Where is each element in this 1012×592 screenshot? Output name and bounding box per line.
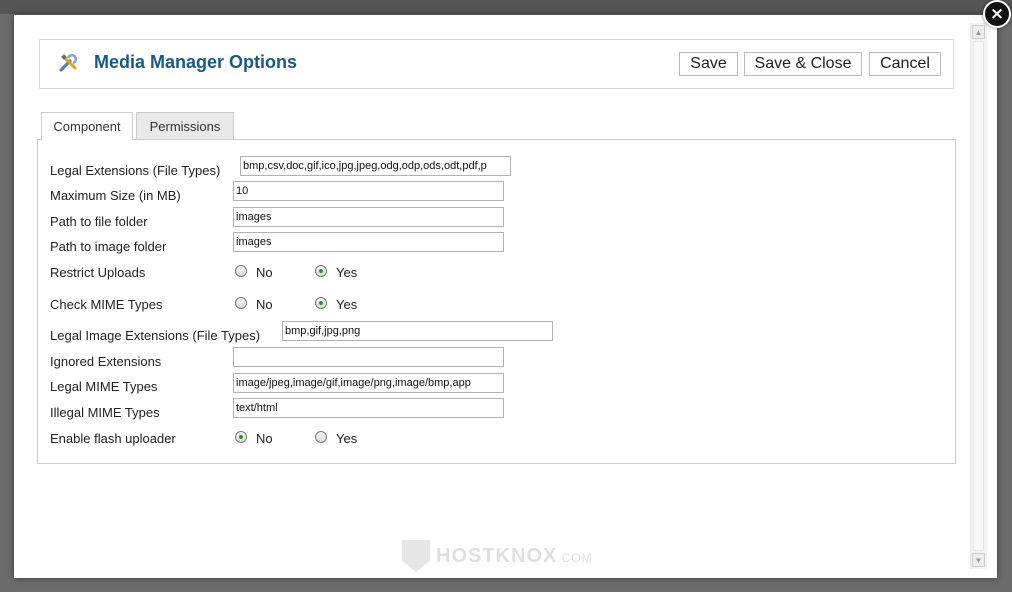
max-size-label: Maximum Size (in MB) [50, 188, 181, 203]
legal-mime-input[interactable]: image/jpeg,image/gif,image/png,image/bmp… [233, 373, 504, 393]
restrict-uploads-label: Restrict Uploads [50, 265, 146, 280]
legal-extensions-input[interactable]: bmp,csv,doc,gif,ico,jpg,jpeg,odg,odp,ods… [240, 156, 511, 176]
scroll-thumb[interactable] [973, 41, 984, 551]
check-mime-no-radio[interactable] [235, 297, 247, 309]
scroll-up-icon[interactable]: ▲ [972, 25, 985, 39]
legal-extensions-label: Legal Extensions (File Types) [50, 163, 221, 178]
save-button[interactable]: Save [679, 52, 738, 76]
cancel-button[interactable]: Cancel [869, 52, 941, 76]
flash-uploader-no-radio[interactable] [235, 431, 247, 443]
check-mime-label: Check MIME Types [50, 297, 163, 312]
flash-uploader-yes-label: Yes [336, 431, 358, 446]
restrict-uploads-no-radio[interactable] [235, 265, 247, 277]
options-modal: Media Manager Options Save Save & Close … [14, 15, 997, 578]
shield-logo-icon [402, 540, 430, 572]
file-path-input[interactable]: images [233, 207, 504, 227]
modal-header: Media Manager Options Save Save & Close … [39, 39, 954, 89]
watermark-suffix: .COM [557, 550, 593, 565]
restrict-uploads-yes-label: Yes [336, 265, 358, 280]
watermark-brand: HOSTKNOX [436, 544, 558, 567]
tools-icon [59, 53, 78, 72]
max-size-input[interactable]: 10 [233, 181, 504, 201]
file-path-label: Path to file folder [50, 214, 148, 229]
restrict-uploads-yes-radio[interactable] [315, 265, 327, 277]
scroll-down-icon[interactable]: ▼ [972, 553, 985, 567]
restrict-uploads-no-label: No [256, 265, 273, 280]
ignored-extensions-label: Ignored Extensions [50, 354, 162, 369]
image-path-input[interactable]: images [233, 232, 504, 252]
legal-image-extensions-input[interactable]: bmp,gif,jpg,png [282, 321, 553, 341]
flash-uploader-yes-radio[interactable] [315, 431, 327, 443]
close-icon[interactable]: × [983, 0, 1011, 28]
check-mime-no-label: No [256, 297, 273, 312]
illegal-mime-label: Illegal MIME Types [50, 405, 160, 420]
page-backdrop [0, 0, 1012, 14]
watermark: HOSTKNOX.COM [402, 540, 593, 572]
flash-uploader-label: Enable flash uploader [50, 431, 176, 446]
save-close-button[interactable]: Save & Close [744, 52, 862, 76]
flash-uploader-no-label: No [256, 431, 273, 446]
legal-image-extensions-label: Legal Image Extensions (File Types) [50, 328, 261, 343]
tab-permissions[interactable]: Permissions [136, 112, 234, 139]
image-path-label: Path to image folder [50, 239, 167, 254]
legal-mime-label: Legal MIME Types [50, 379, 158, 394]
tab-component[interactable]: Component [41, 112, 133, 140]
illegal-mime-input[interactable]: text/html [233, 398, 504, 418]
check-mime-yes-label: Yes [336, 297, 358, 312]
ignored-extensions-input[interactable] [233, 347, 504, 367]
page-title: Media Manager Options [94, 52, 298, 72]
modal-scrollbar[interactable]: ▲ ▼ [970, 23, 987, 569]
check-mime-yes-radio[interactable] [315, 297, 327, 309]
